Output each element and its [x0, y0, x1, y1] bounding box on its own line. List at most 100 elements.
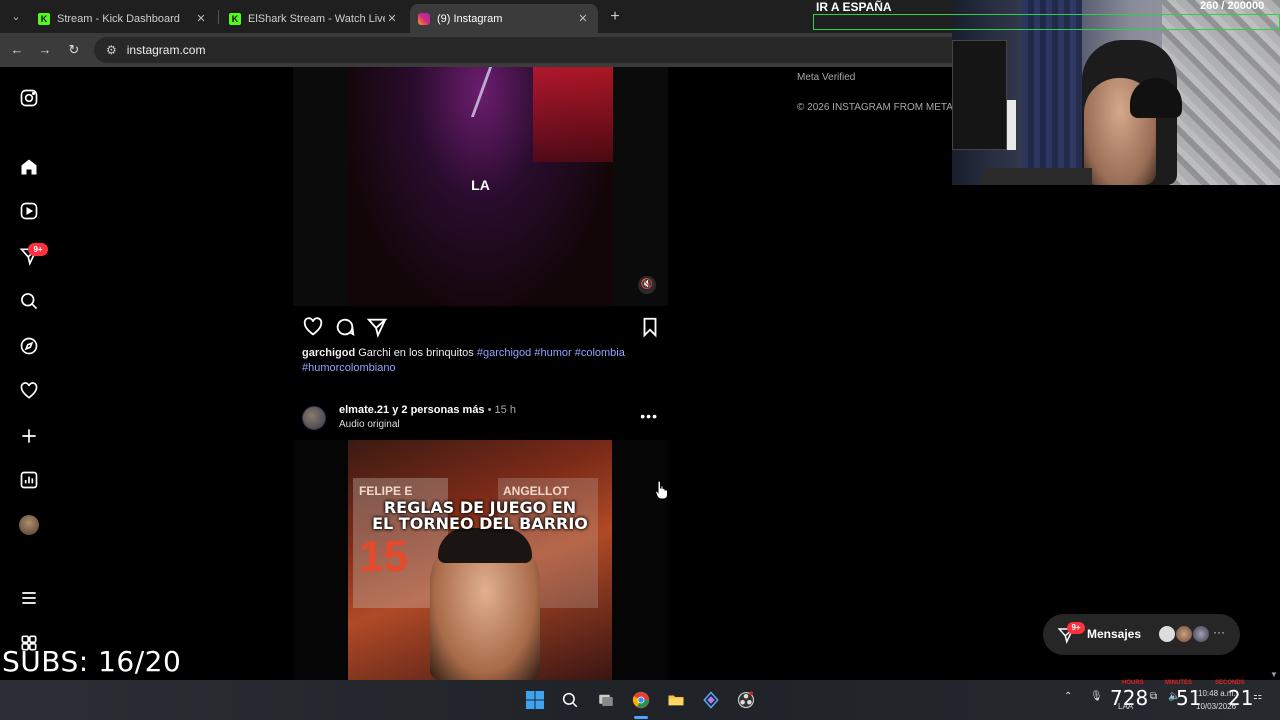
- caption-username[interactable]: garchigod: [302, 347, 355, 359]
- instagram-logo-icon[interactable]: [18, 87, 40, 109]
- post1-actions: [302, 316, 668, 338]
- explore-icon[interactable]: [18, 335, 40, 357]
- tab-title: ElShark Stream - Watch Live on Kick: [248, 12, 385, 25]
- avatar: [1158, 625, 1176, 643]
- notification-center-icon[interactable]: ⚏: [1253, 691, 1262, 702]
- forward-icon[interactable]: →: [36, 41, 54, 59]
- create-plus-icon[interactable]: [18, 425, 40, 447]
- post2-dot: •: [487, 404, 492, 416]
- hashtag-link[interactable]: #colombia: [575, 347, 625, 359]
- url-text: instagram.com: [126, 43, 206, 57]
- video-red-light: [533, 67, 613, 162]
- share-icon[interactable]: [366, 316, 388, 338]
- clock-date[interactable]: 10/03/2026: [1196, 702, 1236, 711]
- copyright-text: © 2026 INSTAGRAM FROM META: [797, 102, 953, 113]
- goal-label: IR A ESPAÑA: [816, 0, 892, 14]
- messages-label: Mensajes: [1087, 627, 1142, 641]
- home-icon[interactable]: [18, 156, 40, 178]
- new-tab-icon[interactable]: +: [606, 8, 624, 26]
- mute-icon[interactable]: 🔇: [638, 276, 656, 294]
- close-tab-icon[interactable]: ✕: [385, 12, 399, 25]
- caption-text: Garchi en los brinquitos: [358, 347, 474, 359]
- reels-icon[interactable]: [18, 200, 40, 222]
- instagram-icon: [418, 12, 430, 25]
- obs-icon[interactable]: [736, 690, 756, 710]
- profile-avatar[interactable]: [18, 514, 40, 536]
- tab-title: (9) Instagram: [437, 12, 503, 25]
- post2-username[interactable]: elmate.21: [339, 404, 389, 416]
- messages-badge: 9+: [28, 243, 48, 256]
- reload-icon[interactable]: ↻: [65, 41, 83, 59]
- more-avatars-icon: ···: [1213, 625, 1225, 639]
- subs-counter: SUBS: 16/20: [2, 645, 182, 678]
- cam-desk: [982, 168, 1092, 185]
- task-view-icon[interactable]: [596, 690, 616, 710]
- close-tab-icon[interactable]: ✕: [194, 12, 208, 25]
- hand-cursor-icon: [655, 480, 668, 500]
- notifications-heart-icon[interactable]: [18, 380, 40, 402]
- avatar: [1175, 625, 1193, 643]
- windows-start-icon[interactable]: [525, 690, 545, 710]
- app-diamond-icon[interactable]: [701, 690, 721, 710]
- video-caption-text: LA: [471, 177, 490, 193]
- network-icon[interactable]: ⧉: [1150, 691, 1157, 702]
- post2-time: 15 h: [494, 404, 516, 416]
- browser-tab-bar: ⌄ K Stream - Kick Dashboard ✕ K ElShark …: [0, 0, 952, 33]
- avatar: [1192, 625, 1210, 643]
- tab-title: Stream - Kick Dashboard: [57, 12, 180, 25]
- post1-caption: garchigod Garchi en los brinquitos #garc…: [302, 346, 662, 375]
- like-heart-icon[interactable]: [302, 316, 324, 338]
- post2-collaborators[interactable]: y 2 personas más: [392, 404, 484, 416]
- post2-header: elmate.21 y 2 personas más • 15 h Audio …: [302, 404, 668, 432]
- browser-toolbar: ← → ↻ ⚙ instagram.com: [0, 33, 952, 67]
- back-icon[interactable]: ←: [8, 41, 26, 59]
- video-title-overlay: REGLAS DE JUEGO EN EL TORNEO DEL BARRIO: [348, 500, 612, 532]
- jersey-number: 15: [359, 532, 408, 581]
- video-person-hair: [438, 528, 532, 563]
- avatar: [19, 515, 39, 535]
- taskbar-search-icon[interactable]: [560, 690, 580, 710]
- address-bar[interactable]: ⚙ instagram.com: [94, 37, 952, 63]
- close-tab-icon[interactable]: ✕: [576, 12, 590, 25]
- tab-kick-dashboard[interactable]: K Stream - Kick Dashboard ✕: [30, 4, 216, 33]
- active-app-indicator: [634, 716, 648, 719]
- jersey-name-text: FELIPE E: [359, 484, 413, 498]
- save-bookmark-icon[interactable]: [639, 316, 661, 338]
- tray-overflow-chevron-icon[interactable]: ⌃: [1064, 691, 1072, 702]
- scroll-down-icon[interactable]: ▼: [1270, 670, 1278, 679]
- clock-time[interactable]: 10:48 a.m.: [1198, 689, 1236, 698]
- goal-count: 260 / 200000: [1200, 0, 1265, 12]
- kick-icon: K: [229, 12, 241, 25]
- file-explorer-icon[interactable]: [666, 690, 686, 710]
- more-options-icon[interactable]: •••: [640, 408, 658, 424]
- microphone-icon[interactable]: 🎙: [1090, 691, 1103, 702]
- dashboard-icon[interactable]: [18, 469, 40, 491]
- site-settings-icon[interactable]: ⚙: [106, 43, 117, 57]
- hashtag-link[interactable]: #garchigod: [477, 347, 531, 359]
- cam-pc-tower: [952, 40, 1007, 150]
- post1-video[interactable]: LA 🔇: [293, 67, 668, 306]
- goal-progress-bar: [813, 14, 1280, 30]
- messages-badge: 9+: [1067, 622, 1085, 634]
- hashtag-link[interactable]: #humor: [534, 347, 571, 359]
- chrome-icon[interactable]: [631, 690, 651, 710]
- avatar[interactable]: [302, 406, 326, 430]
- comment-icon[interactable]: [334, 316, 356, 338]
- tab-search-chevron-icon[interactable]: ⌄: [6, 8, 26, 26]
- windows-taskbar: ⌃ 🎙 HOURS MINUTES SECONDS 728 51 21 LAA …: [0, 680, 1280, 720]
- tab-elshark-stream[interactable]: K ElShark Stream - Watch Live on Kick ✕: [221, 4, 407, 33]
- video-title-line: EL TORNEO DEL BARRIO: [372, 514, 588, 533]
- hashtag-link[interactable]: #humorcolombiano: [302, 362, 396, 374]
- jersey-name-text: ANGELLOT: [503, 484, 569, 498]
- tab-instagram[interactable]: (9) Instagram ✕: [410, 4, 598, 33]
- post2-author-line: elmate.21 y 2 personas más • 15 h: [339, 404, 516, 416]
- meta-verified-link[interactable]: Meta Verified: [797, 72, 855, 83]
- volume-icon[interactable]: 🔈: [1168, 691, 1180, 702]
- search-icon[interactable]: [18, 290, 40, 312]
- post2-video[interactable]: FELIPE E ANGELLOT 15 REGLAS DE JUEGO EN …: [293, 440, 668, 680]
- post2-audio-link[interactable]: Audio original: [339, 419, 400, 430]
- language-indicator[interactable]: LAA: [1118, 702, 1133, 711]
- tab-divider: [218, 10, 219, 24]
- more-menu-icon[interactable]: [18, 587, 40, 609]
- messages-widget[interactable]: 9+ Mensajes ···: [1043, 614, 1240, 655]
